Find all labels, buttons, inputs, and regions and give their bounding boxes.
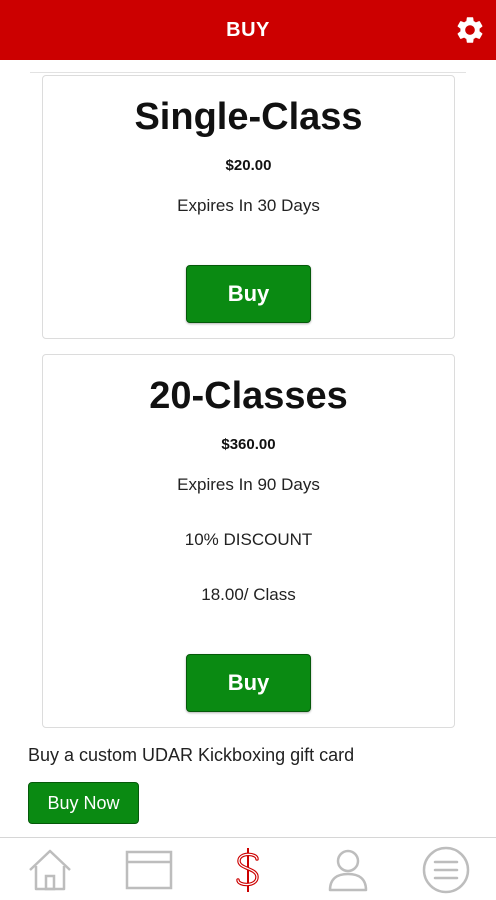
package-title: 20-Classes [149,375,348,417]
menu-icon [422,846,470,894]
dollar-icon [236,848,259,892]
nav-menu[interactable] [421,846,471,894]
package-price: $360.00 [221,436,276,453]
package-detail: Expires In 30 Days [177,196,320,215]
nav-home[interactable] [25,846,75,894]
buy-button[interactable]: Buy [186,654,311,712]
package-detail: 18.00/ Class [201,585,296,604]
page-title: BUY [226,19,270,41]
nav-profile[interactable] [323,846,373,894]
nav-calendar[interactable] [124,846,174,894]
gear-icon[interactable] [454,14,486,46]
divider [30,72,466,73]
buy-button[interactable]: Buy [186,265,311,323]
package-detail: 10% DISCOUNT [184,530,313,549]
buy-now-button[interactable]: Buy Now [28,782,139,824]
nav-buy[interactable] [223,846,273,894]
package-card-20-classes: 20-Classes $360.00 Expires In 90 Days 10… [42,354,455,728]
package-card-single-class: Single-Class $20.00 Expires In 30 Days B… [42,75,455,339]
user-icon [328,849,368,892]
calendar-icon [125,850,173,890]
gift-card-text: Buy a custom UDAR Kickboxing gift card [28,745,355,765]
package-detail: Expires In 90 Days [177,475,320,494]
app-header: BUY [0,0,496,60]
package-price: $20.00 [225,157,272,174]
home-icon [29,849,71,891]
bottom-nav [0,837,496,900]
package-title: Single-Class [134,96,363,138]
